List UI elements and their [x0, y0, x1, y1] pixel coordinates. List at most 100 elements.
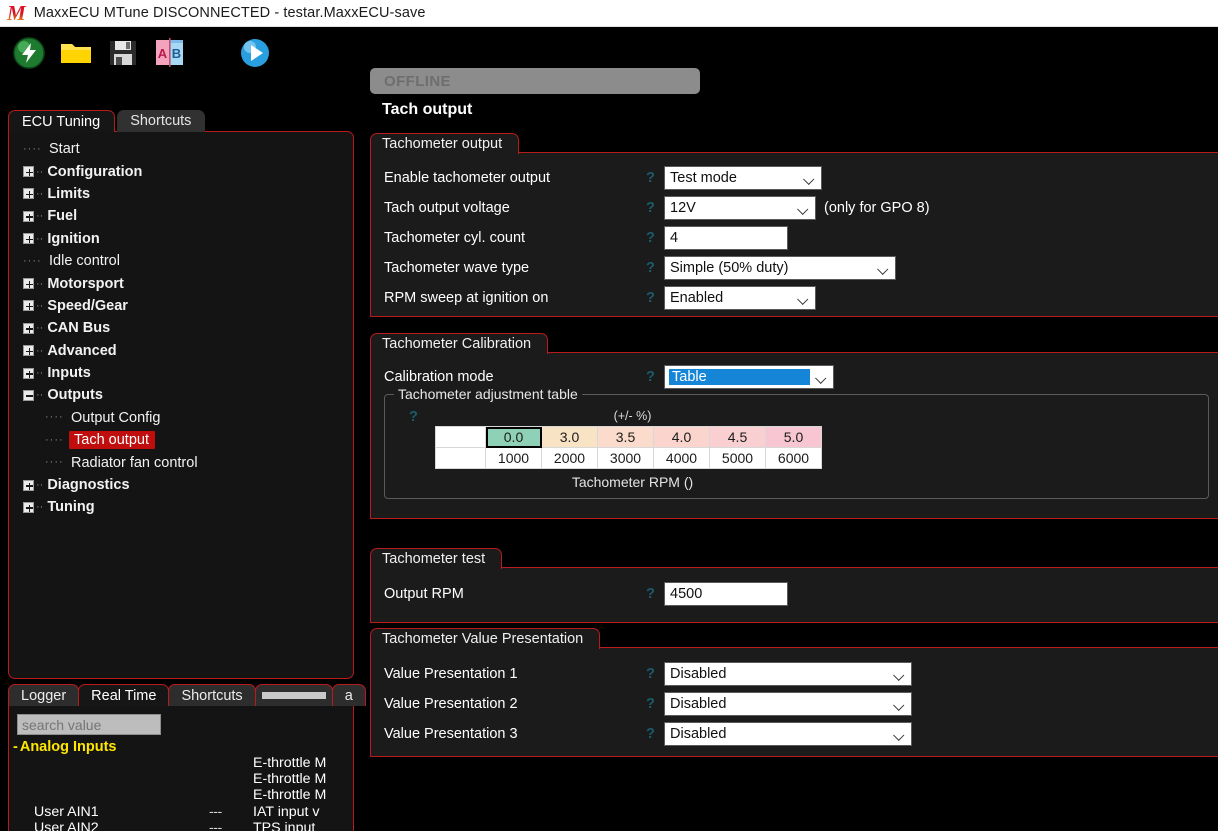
adjust-rpm-cell[interactable]: 5000	[709, 447, 766, 469]
tree-connector: ··	[36, 277, 44, 290]
tachometer-wave-type-help-icon[interactable]: ?	[646, 260, 664, 276]
logger-group-header[interactable]: - Analog Inputs	[9, 735, 353, 755]
tachometer-cyl-count-help-icon[interactable]: ?	[646, 230, 664, 246]
tab-shortcuts-label: Shortcuts	[130, 113, 192, 129]
adjust-rpm-cell[interactable]: 6000	[765, 447, 822, 469]
tree-item-configuration[interactable]: ·· Configuration	[9, 160, 353, 182]
tree-item-label: Tuning	[47, 499, 95, 516]
adjust-rpm-cell[interactable]: 3000	[597, 447, 654, 469]
expand-icon[interactable]	[23, 367, 34, 379]
logger-row[interactable]: E-throttle M	[9, 787, 353, 803]
tree-item-output-config[interactable]: ···· Output Config	[9, 407, 353, 429]
output-rpm-input[interactable]: 4500	[664, 582, 788, 606]
tree-item-label: Speed/Gear	[47, 297, 128, 314]
tree-item-can-bus[interactable]: ·· CAN Bus	[9, 317, 353, 339]
tree-item-label: Ignition	[47, 230, 100, 247]
value-presentation-3-help-icon[interactable]: ?	[646, 726, 664, 742]
tachometer-adjustment-table[interactable]: 0.0 3.0 3.5 4.0 4.5 5.0 1000 2000 3000 4000 5000 6…	[435, 426, 822, 469]
adjustment-table-x-axis-label: Tachometer RPM ()	[571, 474, 694, 490]
logger-tab-shortcuts[interactable]: Shortcuts	[168, 684, 256, 706]
tree-item-tach-output[interactable]: ···· Tach output	[9, 429, 353, 451]
tree-item-fuel[interactable]: ·· Fuel	[9, 205, 353, 227]
enable-tachometer-output-select[interactable]: Test mode	[664, 166, 822, 190]
tree-item-outputs[interactable]: ·· Outputs	[9, 384, 353, 406]
logger-row-name: User AIN1	[34, 803, 99, 820]
logger-row[interactable]: User AIN2 --- TPS input	[9, 820, 353, 831]
logger-row-value: ---	[209, 819, 222, 831]
adjust-rpm-cell[interactable]: 4000	[653, 447, 710, 469]
tree-item-start[interactable]: ···· Start	[9, 138, 353, 160]
adjustment-table-help-icon[interactable]: ?	[409, 409, 418, 425]
expand-icon[interactable]	[23, 479, 34, 491]
logger-row[interactable]: User AIN1 --- IAT input v	[9, 804, 353, 820]
adjust-rpm-cell[interactable]: 2000	[541, 447, 598, 469]
collapse-icon[interactable]	[23, 389, 34, 401]
adjust-rpm-cell[interactable]: 1000	[485, 447, 542, 469]
open-folder-icon[interactable]	[57, 34, 95, 72]
logger-row-description: IAT input v	[253, 803, 320, 820]
rpm-sweep-at-ignition-on-select[interactable]: Enabled	[664, 286, 816, 310]
expand-icon[interactable]	[23, 322, 34, 334]
save-floppy-icon[interactable]	[104, 34, 142, 72]
tach-output-voltage-help-icon[interactable]: ?	[646, 200, 664, 216]
logger-row-name: User AIN2	[34, 819, 99, 831]
tachometer-cyl-count-input[interactable]: 4	[664, 226, 788, 250]
tab-shortcuts[interactable]: Shortcuts	[117, 110, 206, 132]
tree-item-advanced[interactable]: ·· Advanced	[9, 340, 353, 362]
tree-item-speed-gear[interactable]: ·· Speed/Gear	[9, 295, 353, 317]
value-presentation-2-help-icon[interactable]: ?	[646, 696, 664, 712]
tach-output-voltage-select[interactable]: 12V	[664, 196, 816, 220]
logger-tab-logger[interactable]: Logger	[8, 684, 80, 706]
expand-icon[interactable]	[23, 166, 34, 178]
logger-tab-real-time-label: Real Time	[91, 687, 157, 704]
logger-tab-real-time[interactable]: Real Time	[78, 684, 170, 706]
tree-item-idle-control[interactable]: ···· Idle control	[9, 250, 353, 272]
field-value-presentation-3: Value Presentation 3? Disabled	[371, 719, 1218, 749]
tree-item-limits[interactable]: ·· Limits	[9, 183, 353, 205]
calibration-mode-select[interactable]: Table	[664, 365, 834, 389]
output-rpm-help-icon[interactable]: ?	[646, 586, 664, 602]
tab-ecu-tuning[interactable]: ECU Tuning	[8, 110, 116, 132]
tree-item-motorsport[interactable]: ·· Motorsport	[9, 272, 353, 294]
tree-item-label: Motorsport	[47, 275, 124, 292]
logger-row[interactable]: E-throttle M	[9, 755, 353, 771]
expand-icon[interactable]	[23, 233, 34, 245]
logger-tab-a[interactable]: a	[331, 684, 366, 706]
play-icon[interactable]	[236, 34, 274, 72]
tachometer-wave-type-select[interactable]: Simple (50% duty)	[664, 256, 896, 280]
expand-icon[interactable]	[23, 300, 34, 312]
logger-row[interactable]: E-throttle M	[9, 771, 353, 787]
expand-icon[interactable]	[23, 210, 34, 222]
connect-icon[interactable]	[10, 34, 48, 72]
group-tachometer-test-title: Tachometer test	[382, 551, 486, 567]
value-presentation-2-select[interactable]: Disabled	[664, 692, 912, 716]
tree-item-radiator-fan-control[interactable]: ···· Radiator fan control	[9, 451, 353, 473]
adjust-value-cell[interactable]: 0.0	[485, 426, 542, 448]
tree-item-inputs[interactable]: ·· Inputs	[9, 362, 353, 384]
tree-item-diagnostics[interactable]: ·· Diagnostics	[9, 474, 353, 496]
adjust-value-cell[interactable]: 5.0	[765, 426, 822, 448]
adjust-value-cell[interactable]: 3.0	[541, 426, 598, 448]
expand-icon[interactable]	[23, 188, 34, 200]
tachometer-adjustment-table-fieldset: Tachometer adjustment table ? (+/- %) 0.…	[384, 386, 1209, 499]
compare-ab-icon[interactable]: A B	[151, 34, 189, 72]
enable-tachometer-output-help-icon[interactable]: ?	[646, 170, 664, 186]
calibration-mode-help-icon[interactable]: ?	[646, 369, 664, 385]
adjustment-table-legend: Tachometer adjustment table	[394, 386, 582, 402]
group-collapse-icon[interactable]: -	[13, 739, 18, 755]
logger-tab-progress[interactable]	[254, 684, 333, 706]
value-presentation-3-select[interactable]: Disabled	[664, 722, 912, 746]
value-presentation-1-select[interactable]: Disabled	[664, 662, 912, 686]
expand-icon[interactable]	[23, 278, 34, 290]
rpm-sweep-at-ignition-on-help-icon[interactable]: ?	[646, 290, 664, 306]
search-input[interactable]	[17, 714, 161, 735]
adjust-value-cell[interactable]: 4.0	[653, 426, 710, 448]
expand-icon[interactable]	[23, 345, 34, 357]
value-presentation-1-help-icon[interactable]: ?	[646, 666, 664, 682]
adjust-value-cell[interactable]: 4.5	[709, 426, 766, 448]
tree-item-ignition[interactable]: ·· Ignition	[9, 228, 353, 250]
adjust-value-cell[interactable]: 3.5	[597, 426, 654, 448]
expand-icon[interactable]	[23, 501, 34, 513]
tree-item-tuning[interactable]: ·· Tuning	[9, 496, 353, 518]
field-rpm-sweep-at-ignition-on: RPM sweep at ignition on? Enabled	[371, 283, 1218, 313]
